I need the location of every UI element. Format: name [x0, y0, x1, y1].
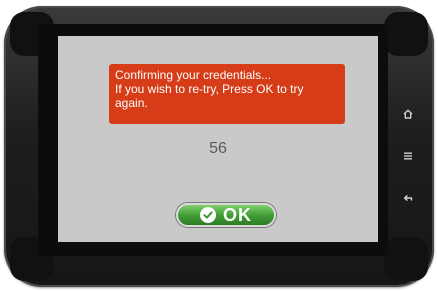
credential-message-box: Confirming your credentials... If you wi…: [109, 64, 345, 124]
bumper-corner: [384, 237, 428, 281]
back-icon[interactable]: [398, 188, 418, 208]
countdown-counter: 56: [209, 140, 227, 157]
ok-button[interactable]: OK: [176, 203, 276, 227]
home-icon[interactable]: [398, 104, 418, 124]
app-screen: Confirming your credentials... If you wi…: [58, 36, 378, 242]
menu-icon[interactable]: [398, 146, 418, 166]
message-line: Confirming your credentials...: [115, 68, 272, 82]
device-photo: Confirming your credentials... If you wi…: [0, 0, 438, 291]
check-icon: [200, 207, 216, 223]
bumper-corner: [384, 12, 428, 56]
message-line: If you wish to re-try, Press OK to try: [115, 82, 304, 96]
ok-label: OK: [223, 204, 252, 225]
message-line: again.: [115, 96, 148, 110]
